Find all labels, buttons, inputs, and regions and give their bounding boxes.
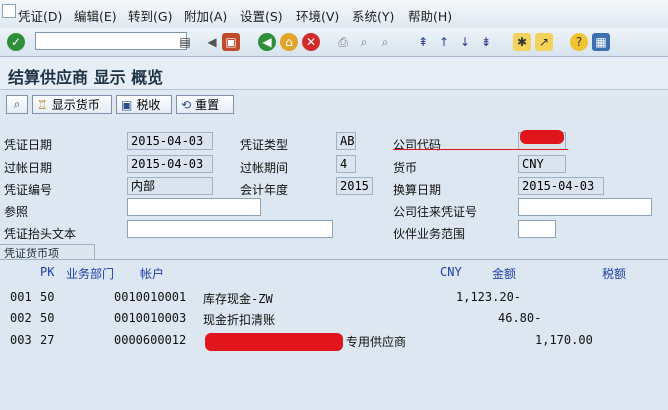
help-icon[interactable]: ? [570,33,588,51]
line-number: 001 [10,290,32,304]
page-title: 结算供应商 显示 概览 [8,68,164,87]
display-doc-button[interactable]: ⌕ [6,95,28,114]
menu-goto[interactable]: 转到(G) [128,6,172,25]
redaction-mark [205,333,343,351]
menu-system[interactable]: 系统(Y) [352,6,394,25]
intercompany-field[interactable] [518,198,652,216]
reset-label: 重置 [195,98,220,112]
header-text-field[interactable] [127,220,333,238]
menu-environment[interactable]: 环境(V) [296,6,339,25]
tax-label: 税收 [136,98,161,112]
application-toolbar: ⌕ ♖ 显示货币 ▣ 税收 ⟲ 重置 [0,90,668,118]
first-page-icon[interactable]: ⇞ [414,33,432,51]
doc-no-field[interactable]: 内部 [127,177,213,195]
window-menu-icon[interactable] [2,4,16,18]
translation-date-field[interactable]: 2015-04-03 [518,177,604,195]
doc-no-label: 凭证编号 [4,183,53,197]
tax-button[interactable]: ▣ 税收 [116,95,172,114]
arrow-left-icon: ◀ [207,35,217,49]
post-date-label: 过帐日期 [4,161,53,175]
items-tab[interactable]: 凭证货币项 [0,244,95,260]
screen-title-bar: 结算供应商 显示 概览 [0,57,668,90]
command-dropdown-icon[interactable]: ▤ [176,33,194,51]
line-items-list: PK 业务部门 帐户 CNY 金额 税额 001 50 0010010001 库… [0,259,668,410]
fiscal-year-field[interactable]: 2015 [336,177,373,195]
intercompany-label: 公司往来凭证号 [393,205,478,219]
next-page-icon[interactable]: ↓ [456,33,474,51]
layout-settings-icon[interactable]: ▦ [592,33,610,51]
company-code-label: 公司代码 [393,138,442,152]
reset-button[interactable]: ⟲ 重置 [176,95,234,114]
redaction-mark [393,149,568,150]
amount-value: 46.80- [498,311,542,325]
previous-page-icon[interactable]: ↑ [435,33,453,51]
redaction-mark [520,130,564,144]
doc-type-field[interactable]: AB [336,132,356,150]
cancel-icon[interactable]: ✕ [302,33,320,51]
period-field[interactable]: 4 [336,155,356,173]
account-number: 0000600012 [114,333,187,347]
amount-value: 1,123.20- [456,290,522,304]
doc-date-field[interactable]: 2015-04-03 [127,132,213,150]
enter-icon[interactable]: ✓ [7,33,25,51]
save-icon[interactable]: ▣ [222,33,240,51]
account-number: 0010010003 [114,311,187,325]
column-header-pk: PK [40,265,55,279]
menu-bar: 凭证(D) 编辑(E) 转到(G) 附加(A) 设置(S) 环境(V) 系统(Y… [0,0,668,29]
line-number: 003 [10,333,32,347]
posting-key: 50 [40,311,55,325]
period-label: 过帐期间 [240,161,289,175]
account-number: 0010010001 [114,290,187,304]
menu-extras[interactable]: 附加(A) [184,6,227,25]
column-header-currency: CNY [440,265,462,279]
menu-document[interactable]: 凭证(D) [18,6,62,25]
magnifier-icon: ⌕ [13,97,21,111]
find-next-icon[interactable]: ⌕ [376,33,394,51]
command-field[interactable] [35,32,187,50]
trading-partner-field[interactable] [518,220,556,238]
column-header-amount: 金额 [492,267,517,281]
currency-label: 货币 [393,161,418,175]
shortcut-icon[interactable]: ↗ [535,33,553,51]
reset-icon: ⟲ [181,97,192,112]
currency-field[interactable]: CNY [518,155,566,173]
doc-type-label: 凭证类型 [240,138,289,152]
tax-icon: ▣ [121,97,133,112]
header-text-label: 凭证抬头文本 [4,227,77,241]
trading-partner-label: 伙伴业务范围 [393,227,466,241]
back-icon[interactable]: ◀ [258,33,276,51]
posting-key: 50 [40,290,55,304]
menu-settings[interactable]: 设置(S) [240,6,283,25]
print-icon[interactable]: ⎙ [334,33,352,51]
post-date-field[interactable]: 2015-04-03 [127,155,213,173]
reference-field[interactable] [127,198,261,216]
column-header-account: 帐户 [140,267,165,281]
column-header-business-area: 业务部门 [66,267,115,281]
display-currency-label: 显示货币 [51,98,100,112]
display-currency-button[interactable]: ♖ 显示货币 [32,95,112,114]
last-page-icon[interactable]: ⇟ [477,33,495,51]
new-session-icon[interactable]: ✱ [513,33,531,51]
translation-date-label: 换算日期 [393,183,442,197]
standard-toolbar: ✓ ▤ ◀ ▣ ◀ ⌂ ✕ ⎙ ⌕ ⌕ ⇞ ↑ ↓ ⇟ ✱ ↗ ? ▦ [0,28,668,57]
account-text: 现金折扣清账 [203,313,276,327]
doc-date-label: 凭证日期 [4,138,53,152]
menu-edit[interactable]: 编辑(E) [74,6,117,25]
line-number: 002 [10,311,32,325]
find-icon[interactable]: ⌕ [355,33,373,51]
column-header-tax: 税额 [602,267,627,281]
account-text: 库存现金-ZW [203,292,273,306]
reference-label: 参照 [4,205,29,219]
currency-icon: ♖ [37,97,48,112]
exit-icon[interactable]: ⌂ [280,33,298,51]
amount-value: 1,170.00 [535,333,593,347]
posting-key: 27 [40,333,55,347]
account-text: 专用供应商 [346,335,407,349]
fiscal-year-label: 会计年度 [240,183,289,197]
menu-help[interactable]: 帮助(H) [408,6,452,25]
